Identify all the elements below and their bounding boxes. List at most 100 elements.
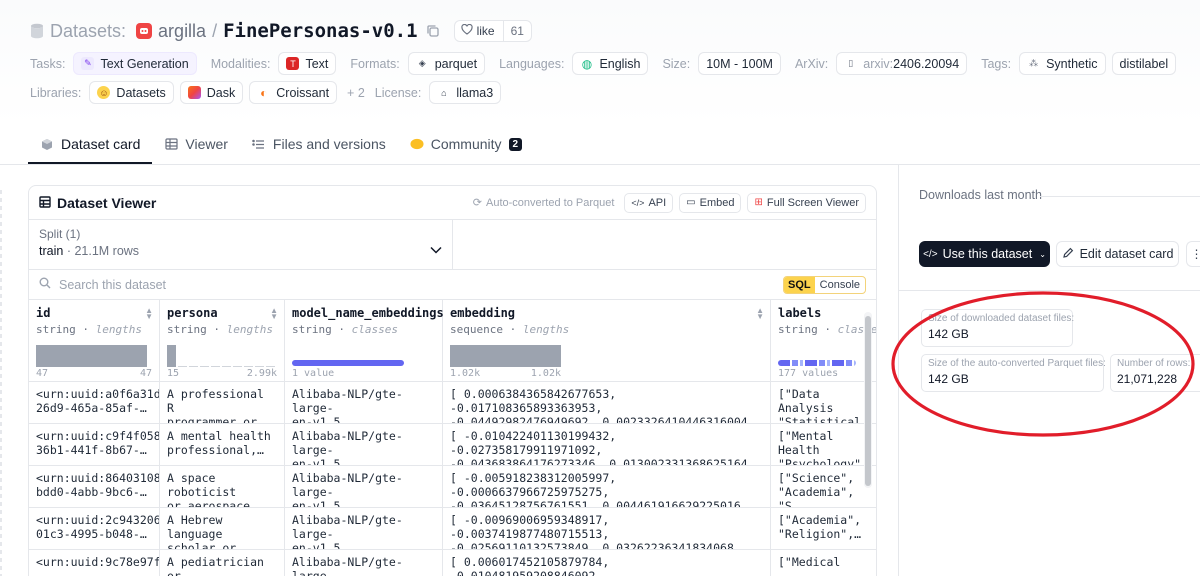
class-bar-model: [292, 360, 404, 366]
code-icon: </>: [631, 197, 645, 208]
column-header-persona[interactable]: persona string · lengths ▲ ▼ 15 2.99k: [160, 300, 285, 381]
title-separator: /: [212, 20, 218, 41]
repo-name[interactable]: FinePersonas-v0.1: [223, 20, 417, 42]
copy-icon[interactable]: [426, 24, 440, 38]
edit-dataset-card-button[interactable]: Edit dataset card: [1056, 241, 1179, 267]
split-label: Split (1): [39, 227, 81, 241]
tag-modality-text[interactable]: T Text: [278, 52, 337, 75]
fullscreen-icon: ⊞: [754, 197, 763, 208]
column-header-id[interactable]: id string · lengths ▲ ▼ 47 47: [29, 300, 160, 381]
chevron-down-icon: [430, 242, 442, 257]
search-icon: [39, 277, 51, 292]
table-row[interactable]: <urn:uuid:c9f4f058- 36b1-441f-8b67-… A m…: [29, 424, 876, 466]
sort-icon[interactable]: ▲ ▼: [270, 307, 278, 321]
column-header-model-name-embeddings[interactable]: model_name_embeddings string · classes 1…: [285, 300, 444, 381]
croissant-icon: ◐: [260, 85, 268, 100]
sort-icon[interactable]: ▲ ▼: [145, 307, 153, 321]
metadata-row-1: Tasks: ✎ Text Generation Modalities: T T…: [30, 52, 1177, 75]
tag-distilabel[interactable]: distilabel: [1111, 52, 1177, 75]
tag-size[interactable]: 10M - 100M: [698, 52, 781, 75]
split-rows: · 21.1M rows: [66, 244, 140, 258]
tab-dataset-card[interactable]: Dataset card: [28, 126, 153, 164]
like-button[interactable]: like 61: [453, 20, 532, 42]
viewer-title: Dataset Viewer: [57, 194, 157, 211]
sidebar-divider: [898, 165, 899, 576]
auto-converted-link[interactable]: ⟳ Auto-converted to Parquet: [472, 196, 615, 210]
class-bar-labels: [778, 360, 856, 366]
number-of-rows-stat: Number of rows: 21,071,228: [1110, 354, 1200, 392]
use-this-dataset-button[interactable]: </> Use this dataset ⌄: [919, 241, 1050, 267]
tag-synthetic[interactable]: ⁂ Synthetic: [1019, 52, 1106, 75]
pencil-icon: [1062, 247, 1074, 262]
histogram-persona: [167, 343, 275, 367]
libraries-more[interactable]: + 2: [347, 86, 365, 100]
column-header-labels[interactable]: labels string · classes 177 values: [771, 300, 876, 381]
split-selector-row: Split (1) train · 21.1M rows: [29, 220, 876, 270]
chevron-down-icon: ⌄: [1039, 249, 1046, 259]
sql-console-button[interactable]: SQL Console: [783, 275, 866, 294]
table-icon: [164, 137, 178, 151]
histogram-id: [36, 343, 147, 367]
table-row[interactable]: <urn:uuid:9c78e97f- … A pediatrician or …: [29, 550, 876, 576]
tag-format-parquet[interactable]: ◈ parquet: [407, 52, 486, 75]
tab-viewer[interactable]: Viewer: [152, 126, 240, 162]
stats-divider: [899, 290, 1200, 291]
dataset-viewer: Dataset Viewer ⟳ Auto-converted to Parqu…: [28, 185, 877, 576]
tab-files-and-versions[interactable]: Files and versions: [240, 126, 398, 162]
split-dropdown[interactable]: Split (1) train · 21.1M rows: [29, 220, 453, 269]
org-logo-icon: [136, 23, 153, 39]
downloads-last-month-label: Downloads last month: [919, 188, 1042, 202]
search-row: Search this dataset SQL Console: [29, 270, 876, 300]
dask-icon: [187, 86, 201, 99]
parquet-icon: ◈: [418, 58, 426, 68]
scrollbar-thumb[interactable]: [865, 316, 871, 486]
globe-icon: ◍: [581, 56, 593, 71]
histogram-embedding: [450, 343, 561, 367]
tag-license[interactable]: ⌂ llama3: [429, 81, 502, 104]
text-modality-icon: T: [286, 57, 300, 70]
tag-language-english[interactable]: ◍ English: [572, 52, 649, 75]
arxiv-key: ArXiv:: [794, 56, 829, 71]
tab-community[interactable]: Community 2: [398, 126, 534, 162]
tag-task-text-generation[interactable]: ✎ Text Generation: [73, 52, 197, 75]
languages-key: Languages:: [499, 56, 565, 71]
license-icon: ⌂: [441, 87, 447, 98]
table-header: id string · lengths ▲ ▼ 47 47 persona stri…: [29, 300, 876, 382]
parquet-size-stat: Size of the auto-converted Parquet files…: [921, 354, 1106, 392]
libraries-key: Libraries:: [30, 85, 82, 100]
api-button[interactable]: </> API: [624, 192, 674, 213]
size-key: Size:: [662, 56, 691, 71]
tag-library-dask[interactable]: Dask: [179, 81, 244, 104]
repo-title: Datasets: argilla / FinePersonas-v0.1 li…: [30, 18, 532, 44]
left-edge: [0, 190, 2, 576]
more-options-icon[interactable]: ⋮: [1186, 241, 1200, 267]
refresh-icon: ⟳: [472, 197, 482, 209]
org-link[interactable]: argilla: [158, 21, 206, 42]
table-row[interactable]: <urn:uuid:86403108- bdd0-4abb-9bc6-… A s…: [29, 466, 876, 508]
search-input[interactable]: Search this dataset: [59, 278, 775, 292]
community-count-badge: 2: [508, 137, 523, 151]
huggingface-icon: ☺: [97, 86, 111, 99]
tabs-divider: [0, 164, 1200, 165]
code-icon: </>: [923, 248, 938, 260]
formats-key: Formats:: [350, 56, 400, 71]
synthetic-icon: ⁂: [1029, 58, 1039, 68]
metadata-row-2: Libraries: ☺ Datasets Dask ◐ Croissant +…: [30, 81, 502, 104]
tag-arxiv[interactable]: ▯ arxiv:2406.20094: [836, 52, 968, 75]
files-icon: [252, 137, 266, 151]
cube-icon: [40, 137, 54, 151]
tag-library-datasets[interactable]: ☺ Datasets: [89, 81, 174, 104]
sort-icon[interactable]: ▲ ▼: [756, 307, 764, 321]
split-name: train: [39, 244, 64, 258]
table-row[interactable]: <urn:uuid:a0f6a31d- 26d9-465a-85af-… A p…: [29, 382, 876, 424]
embed-button[interactable]: ▭ Embed: [679, 192, 742, 213]
license-key: License:: [374, 85, 422, 100]
table-scrollbar[interactable]: [864, 312, 872, 488]
table-row[interactable]: <urn:uuid:2c943206- 01c3-4995-b048-… A H…: [29, 508, 876, 550]
tag-library-croissant[interactable]: ◐ Croissant: [249, 81, 338, 104]
column-header-embedding[interactable]: embedding sequence · lengths ▲ ▼ 1.02k 1.0…: [443, 300, 771, 381]
viewer-header: Dataset Viewer ⟳ Auto-converted to Parqu…: [29, 186, 876, 220]
tab-bar: Dataset card Viewer Files and versions C…: [28, 126, 534, 164]
full-screen-viewer-button[interactable]: ⊞ Full Screen Viewer: [747, 192, 866, 213]
embed-icon: ▭: [686, 197, 696, 208]
